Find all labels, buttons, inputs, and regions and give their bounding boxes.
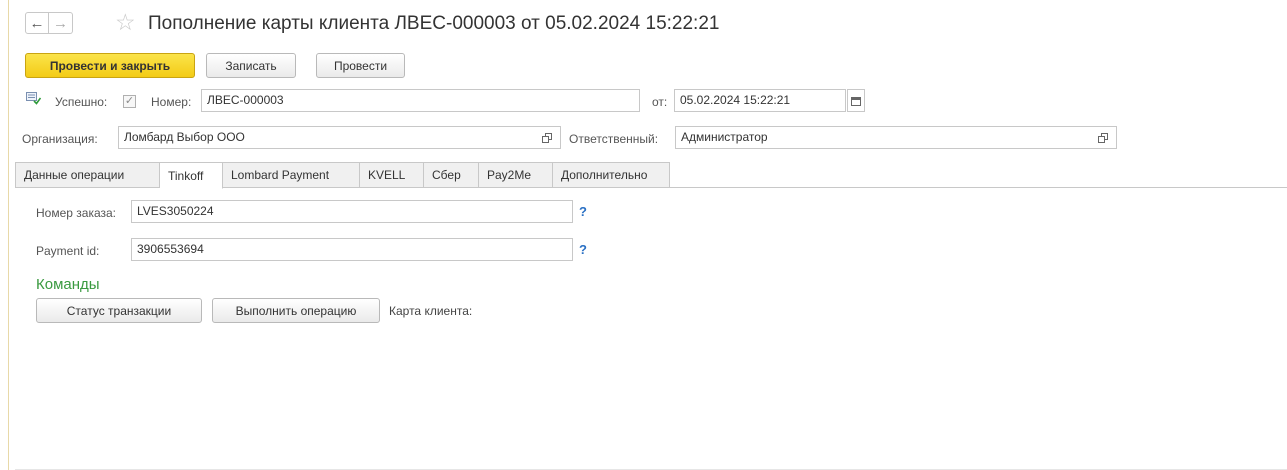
tab-lombard-payment[interactable]: Lombard Payment xyxy=(223,162,360,188)
tab-strip: Данные операции Tinkoff Lombard Payment … xyxy=(15,162,670,189)
order-number-help-icon[interactable]: ? xyxy=(579,204,587,219)
order-number-label: Номер заказа: xyxy=(36,206,117,220)
open-organization-icon[interactable] xyxy=(538,126,556,149)
payment-id-field[interactable]: 3906553694 xyxy=(131,238,573,261)
open-responsible-icon[interactable] xyxy=(1094,126,1112,149)
checkmark-icon: ✓ xyxy=(124,95,135,107)
tab-additional[interactable]: Дополнительно xyxy=(553,162,670,188)
responsible-field[interactable]: Администратор xyxy=(675,126,1117,149)
calendar-icon[interactable] xyxy=(847,89,865,112)
tab-sber[interactable]: Сбер xyxy=(424,162,479,188)
arrow-right-icon: → xyxy=(53,14,68,32)
transaction-status-button[interactable]: Статус транзакции xyxy=(36,298,202,323)
tab-operation-data[interactable]: Данные операции xyxy=(15,162,160,188)
tab-pay2me[interactable]: Pay2Me xyxy=(479,162,553,188)
post-button[interactable]: Провести xyxy=(316,53,405,78)
payment-id-label: Payment id: xyxy=(36,244,100,258)
number-field[interactable]: ЛВЕС-000003 xyxy=(201,89,640,112)
save-button[interactable]: Записать xyxy=(206,53,296,78)
forward-button[interactable]: → xyxy=(49,12,73,34)
arrow-left-icon: ← xyxy=(29,14,45,32)
posted-document-icon xyxy=(26,92,42,108)
organization-label: Организация: xyxy=(22,132,98,146)
tab-tinkoff[interactable]: Tinkoff xyxy=(160,162,223,189)
back-button[interactable]: ← xyxy=(25,12,49,34)
success-label: Успешно: xyxy=(55,95,108,109)
payment-id-help-icon[interactable]: ? xyxy=(579,242,587,257)
date-label: от: xyxy=(652,95,668,109)
date-field[interactable]: 05.02.2024 15:22:21 xyxy=(674,89,846,112)
execute-operation-button[interactable]: Выполнить операцию xyxy=(212,298,380,323)
organization-field[interactable]: Ломбард Выбор ООО xyxy=(118,126,561,149)
success-checkbox[interactable]: ✓ xyxy=(123,95,136,108)
tab-kvell[interactable]: KVELL xyxy=(360,162,424,188)
post-and-close-button[interactable]: Провести и закрыть xyxy=(25,53,195,78)
commands-section-title: Команды xyxy=(36,276,100,293)
responsible-label: Ответственный: xyxy=(569,132,659,146)
window-left-border xyxy=(8,0,9,470)
client-card-label: Карта клиента: xyxy=(389,304,473,318)
favorite-star-icon[interactable]: ☆ xyxy=(115,9,136,35)
number-label: Номер: xyxy=(151,95,192,109)
window-title: Пополнение карты клиента ЛВЕС-000003 от … xyxy=(148,13,720,34)
order-number-field[interactable]: LVES3050224 xyxy=(131,200,573,223)
